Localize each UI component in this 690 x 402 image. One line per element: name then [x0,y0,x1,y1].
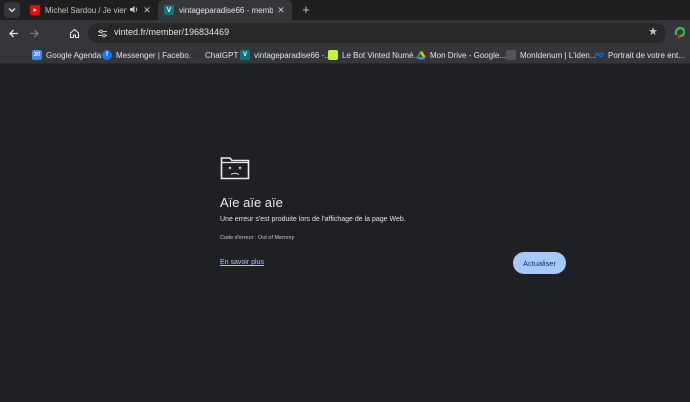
monidenum-icon [506,50,516,60]
bookmark-label: Google Agenda [46,50,102,60]
home-button[interactable] [66,25,82,41]
bookmark-google-drive[interactable]: Mon Drive - Google... [416,48,506,62]
bookmark-label: ChatGPT [205,50,239,60]
broken-page-icon [220,157,250,180]
home-icon [69,28,79,38]
new-tab-button[interactable]: + [298,2,314,18]
speaker-icon[interactable] [129,5,139,16]
bookmark-star-icon[interactable]: ★ [648,25,658,38]
bookmark-monidenum[interactable]: MonIdenum | L'iden... [506,48,597,62]
vinted-icon: V [164,5,174,15]
extension-icon[interactable] [673,25,687,41]
arrow-right-icon [29,29,39,37]
bookmark-label: Messenger | Facebo... [116,50,196,60]
site-info-icon[interactable] [95,26,109,40]
youtube-icon [30,5,40,15]
error-description: Une erreur s'est produite lors de l'affi… [220,216,406,223]
arrow-left-icon [8,29,18,37]
close-icon[interactable]: ✕ [142,5,152,16]
address-bar[interactable]: vinted.fr/member/196834469 ★ [88,23,666,43]
facebook-icon: f [102,50,112,60]
bot-icon [328,50,338,60]
close-icon[interactable]: ✕ [276,5,286,16]
error-code: Code d'erreur : Out of Memory [220,235,295,241]
bookmark-chatgpt[interactable]: ChatGPT [191,48,238,62]
bookmark-label: Mon Drive - Google... [430,50,507,60]
bookmark-vintageparadise[interactable]: V vintageparadise66 -... [240,48,331,62]
chevron-down-icon [8,8,16,13]
learn-more-link[interactable]: En savoir plus [220,259,264,266]
back-button[interactable] [5,25,21,41]
tab-search-button[interactable] [4,2,20,18]
vinted-icon: V [240,50,250,60]
tab-vinted[interactable]: V vintageparadise66 - member p ✕ [158,0,292,20]
error-page: Aïe aïe aïe Une erreur s'est produite lo… [0,64,690,402]
reload-button[interactable]: Actualiser [513,252,566,274]
bookmark-messenger[interactable]: f Messenger | Facebo... [102,48,195,62]
error-title: Aïe aïe aïe [220,195,283,210]
bookmark-bot-vinted[interactable]: Le Bot Vinted Numé... [328,48,420,62]
tab-title: Michel Sardou / Je viens du [45,5,127,15]
url-text[interactable]: vinted.fr/member/196834469 [114,27,229,37]
bookmark-label: Portrait de votre ent... [608,50,685,60]
bookmark-label: vintageparadise66 -... [254,50,331,60]
chatgpt-icon [191,50,201,60]
tab-strip: Michel Sardou / Je viens du ✕ V vintagep… [0,0,690,20]
google-drive-icon [416,50,426,60]
tab-title: vintageparadise66 - member p [179,5,273,15]
bookmarks-bar: 30 Google Agenda f Messenger | Facebo...… [0,46,690,64]
bookmark-label: Le Bot Vinted Numé... [342,50,421,60]
bookmark-portrait[interactable]: Portrait de votre ent... [594,48,685,62]
tab-youtube[interactable]: Michel Sardou / Je viens du ✕ [24,0,158,20]
toolbar: vinted.fr/member/196834469 ★ [0,20,690,46]
meta-icon [594,50,604,60]
google-calendar-icon: 30 [32,50,42,60]
bookmark-label: MonIdenum | L'iden... [520,50,597,60]
forward-button[interactable] [26,25,42,41]
bookmark-google-agenda[interactable]: 30 Google Agenda [32,48,101,62]
